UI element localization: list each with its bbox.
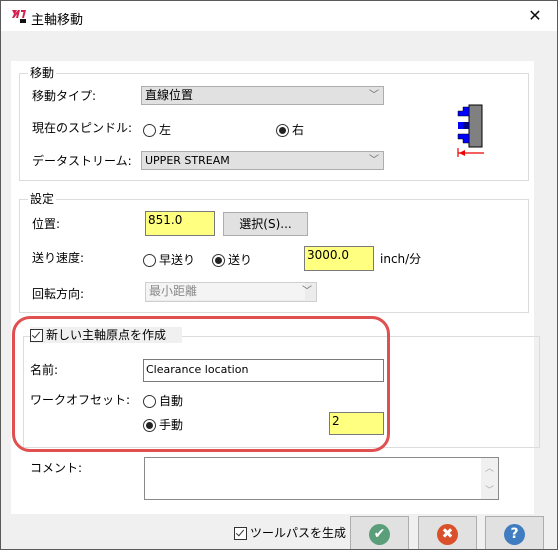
help-question-icon: ? <box>504 524 525 545</box>
offset-auto-radio[interactable]: 自動 <box>143 393 183 409</box>
rotation-select[interactable]: 最小距離 ﹀ <box>145 282 317 302</box>
rotation-label: 回転方向: <box>32 287 85 301</box>
work-offset-label: ワークオフセット: <box>30 393 131 407</box>
rapid-radio[interactable]: 早送り <box>143 252 195 268</box>
radio-selected-icon <box>143 418 156 432</box>
spindle-diagram-icon <box>457 104 484 157</box>
close-button[interactable]: ✕ <box>523 5 547 27</box>
checkbox-checked-icon <box>30 328 43 342</box>
chevron-down-icon: ﹀ <box>369 90 379 101</box>
title-bar: 主軸移動 ✕ <box>1 1 557 31</box>
radio-icon <box>143 123 156 137</box>
move-group-legend: 移動 <box>28 65 57 81</box>
spindle-left-label: 左 <box>159 123 172 137</box>
chevron-down-icon: ﹀ <box>302 286 312 297</box>
data-stream-select[interactable]: UPPER STREAM ﹀ <box>141 151 384 170</box>
comment-scrollbar[interactable]: ︿ ﹀ <box>481 458 498 499</box>
comment-label: コメント: <box>30 461 83 475</box>
position-label: 位置: <box>32 217 61 231</box>
move-type-select[interactable]: 直線位置 ﹀ <box>141 86 384 105</box>
offset-manual-radio[interactable]: 手動 <box>143 417 183 433</box>
spindle-left-radio[interactable]: 左 <box>143 122 171 138</box>
generate-toolpath-checkbox[interactable]: ツールパスを生成 <box>234 525 346 541</box>
cancel-button[interactable]: ✖ <box>418 516 477 550</box>
feed-radio[interactable]: 送り <box>212 252 252 268</box>
spindle-right-radio[interactable]: 右 <box>276 122 304 138</box>
position-input[interactable]: 851.0 <box>145 211 215 236</box>
rotation-value: 最小距離 <box>146 283 305 300</box>
offset-value-input[interactable]: 2 <box>329 412 384 435</box>
radio-selected-icon <box>212 253 225 267</box>
scroll-down-icon[interactable]: ﹀ <box>485 483 494 496</box>
select-button[interactable]: 選択(S)... <box>223 212 308 236</box>
current-spindle-label: 現在のスピンドル: <box>32 121 133 135</box>
cancel-x-icon: ✖ <box>437 524 458 545</box>
name-label: 名前: <box>30 363 59 377</box>
feed-option-label: 送り <box>228 253 253 267</box>
move-type-label: 移動タイプ: <box>32 89 97 103</box>
checkmark-icon: ✔ <box>369 524 390 545</box>
rapid-label: 早送り <box>159 253 196 267</box>
move-type-value: 直線位置 <box>145 88 194 102</box>
chevron-down-icon: ﹀ <box>369 155 379 166</box>
comment-textarea[interactable]: ︿ ﹀ <box>144 457 499 500</box>
offset-manual-label: 手動 <box>159 418 184 432</box>
app-logo-icon <box>12 10 26 23</box>
radio-icon <box>143 394 156 408</box>
settings-group-legend: 設定 <box>28 191 57 207</box>
help-button[interactable]: ? <box>485 516 544 550</box>
name-input[interactable]: Clearance location <box>143 359 384 382</box>
create-origin-checkbox[interactable]: 新しい主軸原点を作成 <box>30 327 183 343</box>
radio-icon <box>143 253 156 267</box>
data-stream-value: UPPER STREAM <box>145 154 230 167</box>
create-origin-label: 新しい主軸原点を作成 <box>46 328 167 342</box>
feed-unit-label: inch/分 <box>380 252 422 266</box>
window-title: 主軸移動 <box>31 13 84 28</box>
ok-button[interactable]: ✔ <box>350 516 409 550</box>
spindle-right-label: 右 <box>292 123 305 137</box>
data-stream-label: データストリーム: <box>32 154 132 168</box>
feed-rate-label: 送り速度: <box>32 251 85 265</box>
radio-selected-icon <box>276 123 289 137</box>
offset-auto-label: 自動 <box>159 394 184 408</box>
scroll-up-icon[interactable]: ︿ <box>485 461 494 474</box>
feed-rate-input[interactable]: 3000.0 <box>304 246 374 271</box>
checkbox-checked-icon <box>234 526 247 540</box>
generate-toolpath-label: ツールパスを生成 <box>250 526 347 540</box>
close-icon: ✕ <box>528 6 542 25</box>
